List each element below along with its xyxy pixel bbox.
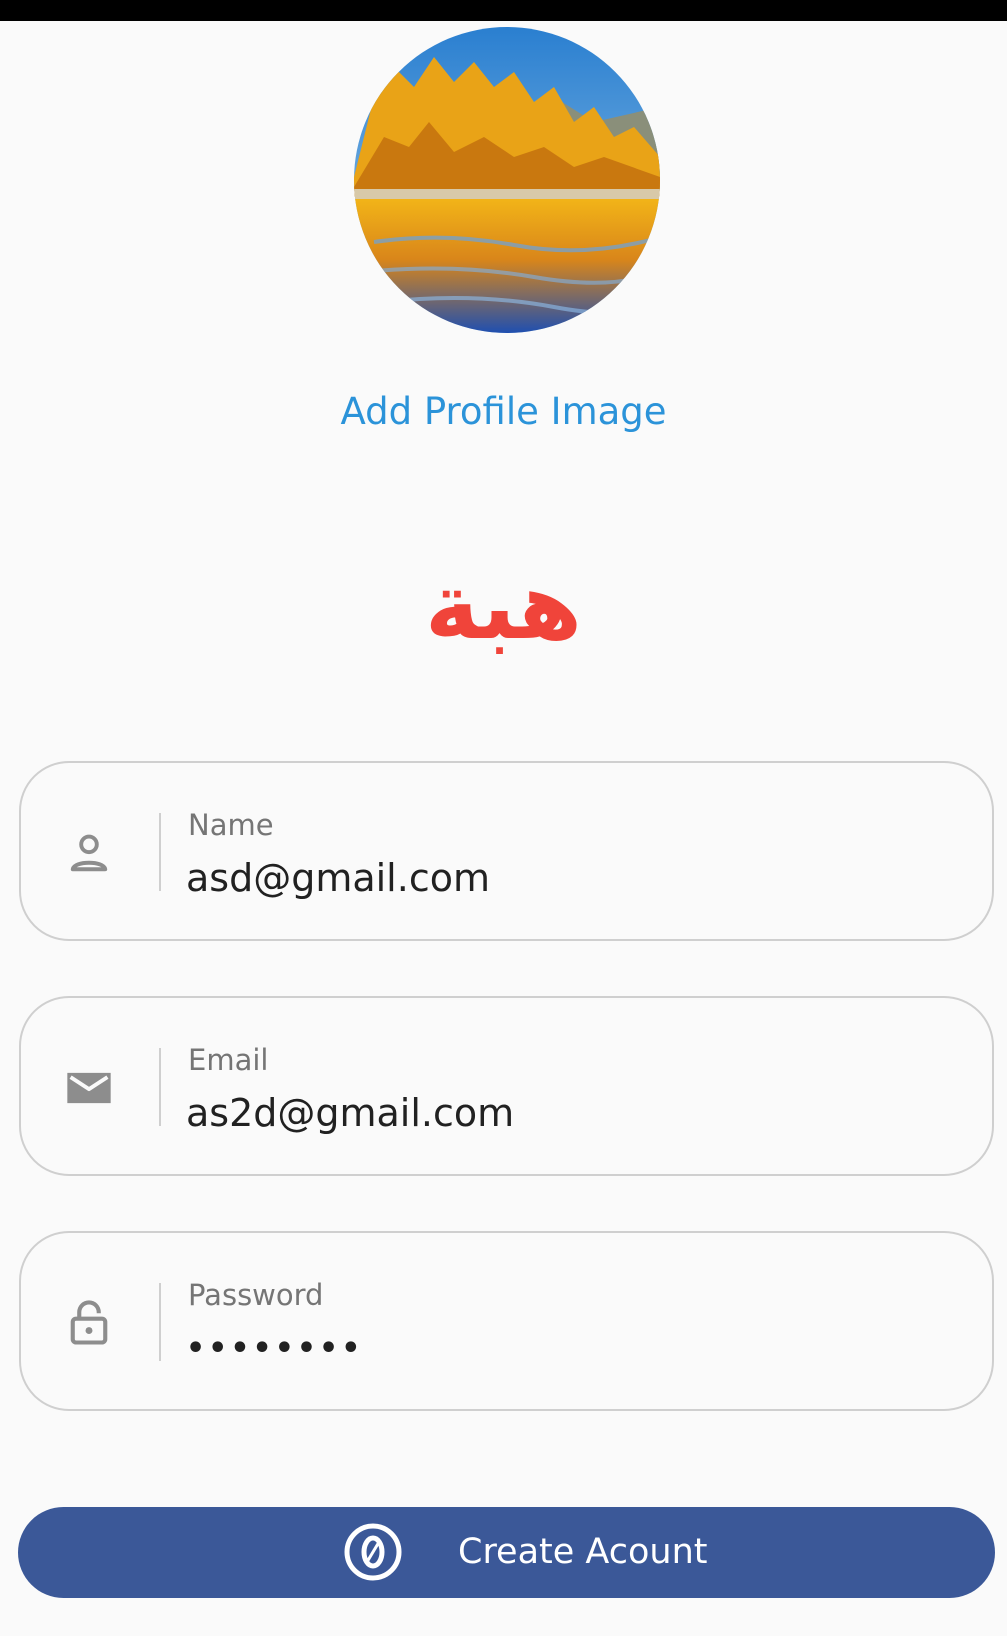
profile-avatar[interactable] [354,27,660,333]
brand-title: هبة [424,553,583,660]
name-input[interactable] [186,851,946,905]
person-icon [63,827,115,879]
zero-circle-icon [343,1522,403,1582]
field-divider [159,1048,161,1126]
create-account-label: Create Acount [458,1532,708,1572]
password-input[interactable] [186,1321,946,1375]
field-divider [159,813,161,891]
landscape-photo-icon [354,27,660,333]
lock-icon [63,1297,115,1349]
name-label: Name [188,808,274,842]
email-label: Email [188,1043,269,1077]
name-field[interactable]: Name [19,761,994,941]
create-account-button[interactable]: Create Acount [18,1507,995,1598]
add-profile-image-link[interactable]: Add Profile Image [0,388,1007,436]
email-input[interactable] [186,1086,946,1140]
mail-icon [63,1062,115,1114]
email-field[interactable]: Email [19,996,994,1176]
password-label: Password [188,1278,324,1312]
field-divider [159,1283,161,1361]
status-bar [0,0,1007,21]
password-field[interactable]: Password [19,1231,994,1411]
